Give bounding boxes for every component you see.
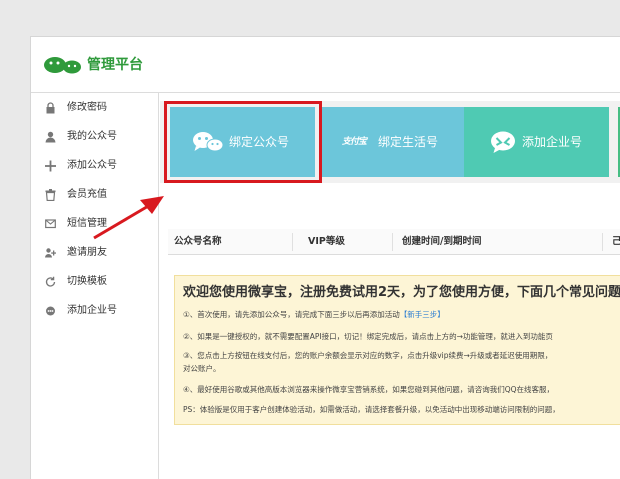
column-header-time: 创建时间/到期时间: [402, 236, 482, 247]
binding-tab-bar: 绑定公众号 支付宝 绑定生活号 添加企业号: [160, 101, 620, 183]
sidebar-item-label: 切换模板: [67, 276, 107, 287]
sidebar-item-label: 添加企业号: [67, 305, 117, 316]
chat-icon: [45, 305, 57, 317]
notice-line: ③、您点击上方按钮在线支付后，您的账户余额会显示对应的数字，点击升级vip续费→…: [183, 351, 553, 360]
notice-title: 欢迎您使用微享宝，注册免费试用2天，为了您使用方便，下面几个常见问题: [183, 285, 620, 300]
lock-icon: [45, 102, 57, 114]
sidebar-item-label: 短信管理: [67, 218, 107, 229]
alipay-life-icon: 支付宝: [342, 137, 367, 147]
table-header: 公众号名称 VIP等级 创建时间/到期时间 己: [168, 229, 620, 255]
top-bar: 管理平台: [31, 37, 620, 93]
sidebar-item-label: 添加公众号: [67, 160, 117, 171]
highlight-box: [164, 101, 322, 183]
notice-line: ②、如果是一键授权的，就不需要配置API接口，切记！绑定完成后，请点击上方的→功…: [183, 332, 553, 341]
newbie-guide-link[interactable]: 【新手三步】: [400, 310, 445, 319]
tab-add-enterprise-account[interactable]: 添加企业号: [464, 107, 609, 177]
main-content: 绑定公众号 支付宝 绑定生活号 添加企业号 公众号名称 VIP等级 创建时间/到…: [160, 93, 620, 479]
sidebar-item-label: 修改密码: [67, 102, 107, 113]
notice-line: PS：体验版是仅用于客户创建体验活动，如需做活动，请选择套餐升级，以免活动中出现…: [183, 405, 560, 414]
sidebar: 修改密码 我的公众号 添加公众号 会员充值 短信管理 邀请朋友 切换模板 添加企…: [31, 93, 159, 479]
enterprise-icon: [491, 131, 515, 153]
column-header-name: 公众号名称: [174, 236, 222, 247]
trash-icon: [45, 189, 57, 202]
column-header-vip: VIP等级: [308, 236, 345, 247]
message-icon: [45, 218, 57, 230]
app-window: 管理平台 修改密码 我的公众号 添加公众号 会员充值 短信管理 邀请朋友 切换模…: [30, 36, 620, 479]
refresh-icon: [45, 276, 57, 288]
page-title: 管理平台: [87, 57, 143, 73]
column-divider: [392, 233, 393, 251]
notice-box: 欢迎您使用微享宝，注册免费试用2天，为了您使用方便，下面几个常见问题 ①、首次使…: [174, 275, 620, 425]
tab-label: 添加企业号: [522, 135, 583, 149]
sidebar-item-label: 邀请朋友: [67, 247, 107, 258]
column-header-cut: 己: [612, 236, 620, 247]
sidebar-item-label: 我的公众号: [67, 131, 117, 142]
plus-icon: [45, 160, 57, 172]
notice-line: 对公账户。: [183, 364, 221, 373]
column-divider: [292, 233, 293, 251]
tab-label: 绑定生活号: [378, 135, 439, 149]
notice-line: ①、首次使用，请先添加公众号，请完成下面三步以后再添加活动【新手三步】: [183, 310, 445, 319]
sidebar-item-label: 会员充值: [67, 189, 107, 200]
column-divider: [602, 233, 603, 251]
user-icon: [45, 131, 57, 143]
invite-icon: [45, 247, 57, 259]
notice-line: ④、最好使用谷歌或其他高版本浏览器来操作微享宝营销系统，如果您碰到其他问题，请咨…: [183, 385, 555, 394]
tab-bind-life-account[interactable]: 支付宝 绑定生活号: [320, 107, 465, 177]
wechat-logo-icon: [44, 57, 81, 74]
